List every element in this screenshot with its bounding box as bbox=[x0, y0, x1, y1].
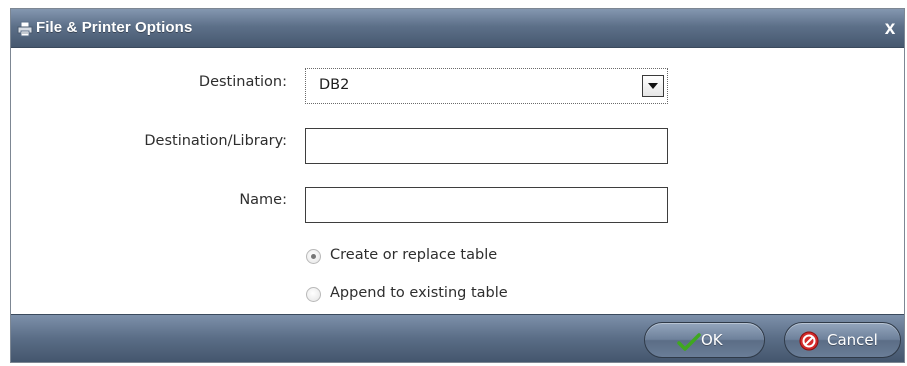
library-input[interactable] bbox=[306, 129, 667, 163]
library-field[interactable] bbox=[305, 128, 668, 164]
radio-button-unchecked[interactable] bbox=[306, 287, 321, 302]
name-label: Name: bbox=[239, 192, 287, 208]
name-field[interactable] bbox=[305, 187, 668, 223]
name-input[interactable] bbox=[306, 188, 667, 222]
chevron-down-icon bbox=[648, 83, 658, 89]
library-label: Destination/Library: bbox=[144, 133, 287, 149]
stop-icon bbox=[799, 331, 819, 355]
dialog-title: File & Printer Options bbox=[36, 19, 193, 36]
radio-label: Append to existing table bbox=[330, 285, 508, 301]
dropdown-arrow-button[interactable] bbox=[642, 75, 664, 97]
file-printer-options-dialog: File & Printer Options x Destination: DB… bbox=[10, 8, 905, 363]
destination-select[interactable]: DB2 bbox=[305, 68, 668, 104]
printer-icon bbox=[17, 21, 33, 37]
ok-button[interactable]: OK bbox=[644, 322, 765, 358]
ok-label: OK bbox=[701, 331, 723, 349]
dialog-titlebar[interactable]: File & Printer Options x bbox=[11, 9, 904, 48]
destination-selected-value: DB2 bbox=[319, 77, 350, 93]
close-button[interactable]: x bbox=[880, 19, 900, 39]
destination-label: Destination: bbox=[198, 74, 287, 90]
dialog-footer: OK Cancel bbox=[11, 314, 904, 362]
radio-button-checked[interactable] bbox=[306, 249, 321, 264]
radio-label: Create or replace table bbox=[330, 247, 498, 263]
cancel-button[interactable]: Cancel bbox=[784, 322, 901, 358]
cancel-label: Cancel bbox=[827, 331, 878, 349]
checkmark-icon bbox=[677, 333, 701, 355]
